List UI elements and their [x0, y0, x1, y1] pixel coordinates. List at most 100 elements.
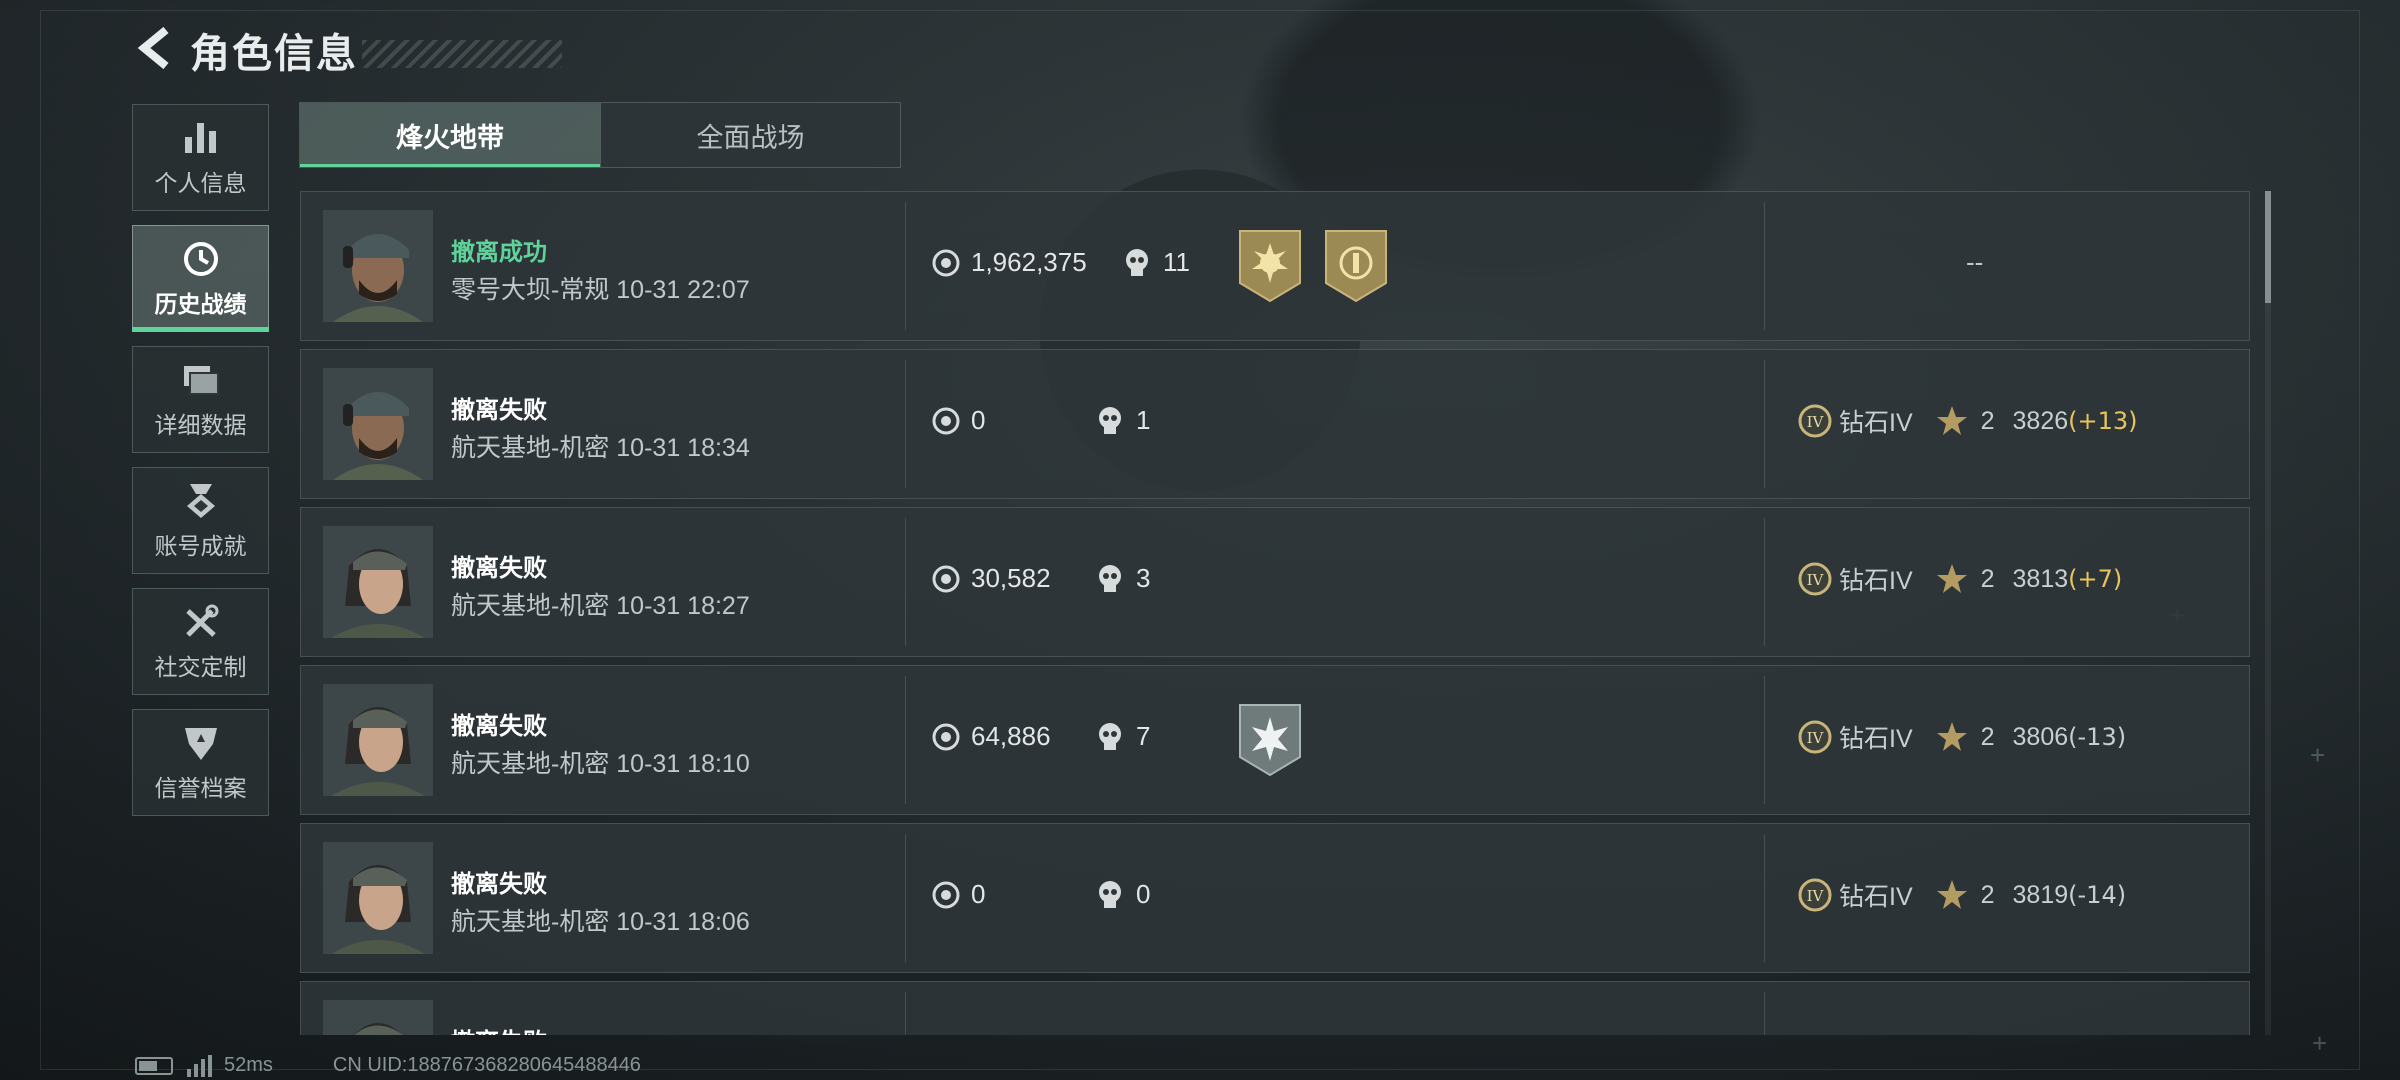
match-time: 10-31 18:06 — [616, 908, 750, 936]
match-row[interactable]: 撤离失败 — [300, 981, 2250, 1035]
match-row[interactable]: 撤离失败 航天基地-机密 10-31 18:06 0 0 IV 钻石IV 2 3… — [300, 823, 2250, 973]
gold-sun-badge-icon — [1236, 227, 1304, 303]
page-title: 角色信息 — [190, 32, 358, 76]
row-divider — [905, 676, 906, 804]
history-clock-icon — [181, 239, 221, 279]
match-map: 航天基地-机密 — [451, 592, 610, 620]
signal-icon — [187, 1054, 212, 1077]
row-divider — [905, 202, 906, 330]
row-divider — [1764, 360, 1765, 488]
star-count: 2 — [1980, 880, 1995, 909]
tier-label: 钻石IV — [1839, 725, 1913, 753]
sidebar-item-details[interactable]: 详细数据 — [132, 346, 269, 453]
star-icon — [1935, 720, 1969, 754]
skull-icon — [1123, 248, 1153, 278]
hud-crosshair: + — [2312, 1028, 2328, 1058]
skull-icon — [1096, 564, 1126, 594]
match-money: 30,582 — [931, 563, 1051, 594]
bar-chart-icon — [181, 118, 221, 158]
match-badges — [1236, 227, 1390, 303]
star-icon — [1935, 878, 1969, 912]
scroll-thumb[interactable] — [2265, 191, 2271, 303]
title-decoration — [362, 40, 562, 68]
match-badges — [1236, 701, 1304, 777]
sidebar: 个人信息 历史战绩 详细数据 账号成就 社交定制 信誉档案 — [132, 104, 269, 830]
money-value: 64,886 — [971, 721, 1051, 751]
avatar — [323, 526, 433, 638]
match-time: 10-31 18:27 — [616, 592, 750, 620]
match-kills: 1 — [1096, 405, 1150, 436]
money-value: 0 — [971, 879, 986, 909]
folders-icon — [181, 360, 221, 400]
money-value: 1,962,375 — [971, 247, 1087, 277]
sidebar-item-achievements[interactable]: 账号成就 — [132, 467, 269, 574]
match-row[interactable]: 撤离失败 航天基地-机密 10-31 18:10 64,886 7 IV 钻石I… — [300, 665, 2250, 815]
match-kills: 3 — [1096, 563, 1150, 594]
match-map: 零号大坝-常规 — [451, 276, 610, 304]
match-row[interactable]: 撤离成功 零号大坝-常规 10-31 22:07 1,962,375 11 -- — [300, 191, 2250, 341]
skull-icon — [1096, 722, 1126, 752]
diamond-tier-icon: IV — [1797, 561, 1833, 597]
match-time: 10-31 22:07 — [616, 276, 750, 304]
tab-hazard-zone[interactable]: 烽火地带 — [300, 103, 600, 167]
coin-icon — [931, 564, 961, 594]
rank-info: IV 钻石IV 2 3826 (+13) — [1797, 403, 2138, 439]
shield-icon — [181, 723, 221, 763]
match-map: 航天基地-机密 — [451, 434, 610, 462]
list-scrollbar[interactable] — [2265, 191, 2271, 1035]
sidebar-item-history[interactable]: 历史战绩 — [132, 225, 269, 332]
sidebar-item-label: 详细数据 — [154, 411, 247, 438]
coin-icon — [931, 406, 961, 436]
match-money: 1,962,375 — [931, 247, 1087, 278]
money-value: 0 — [971, 405, 986, 435]
star-count: 2 — [1980, 564, 1995, 593]
user-uid: CN UID:1887673682806454884​46 — [332, 1054, 641, 1076]
rank-delta: (-13) — [2068, 723, 2127, 751]
diamond-tier-icon: IV — [1797, 877, 1833, 913]
row-divider — [905, 992, 906, 1035]
match-map-time: 零号大坝-常规 10-31 22:07 — [451, 270, 750, 306]
match-kills: 11 — [1123, 247, 1190, 278]
match-result: 撤离失败 — [451, 397, 547, 424]
tab-full-battlefield[interactable]: 全面战场 — [600, 103, 900, 167]
avatar — [323, 210, 433, 322]
back-button[interactable] — [130, 26, 178, 74]
svg-text:IV: IV — [1807, 413, 1825, 431]
match-map: 航天基地-机密 — [451, 750, 610, 778]
tools-icon — [181, 602, 221, 642]
match-map: 航天基地-机密 — [451, 908, 610, 936]
svg-text:IV: IV — [1807, 729, 1825, 747]
row-divider — [905, 360, 906, 488]
match-money: 0 — [931, 405, 985, 436]
tier-label: 钻石IV — [1839, 883, 1913, 911]
match-result: 撤离失败 — [451, 1022, 547, 1035]
match-money: 64,886 — [931, 721, 1051, 752]
kills-value: 7 — [1136, 721, 1151, 751]
match-list: 撤离成功 零号大坝-常规 10-31 22:07 1,962,375 11 --… — [300, 191, 2250, 1035]
star-icon — [1935, 404, 1969, 438]
row-divider — [1764, 518, 1765, 646]
medal-icon — [181, 481, 221, 521]
match-row[interactable]: 撤离失败 航天基地-机密 10-31 18:27 30,582 3 IV 钻石I… — [300, 507, 2250, 657]
sidebar-item-social[interactable]: 社交定制 — [132, 588, 269, 695]
match-row[interactable]: 撤离失败 航天基地-机密 10-31 18:34 0 1 IV 钻石IV 2 3… — [300, 349, 2250, 499]
star-count: 2 — [1980, 406, 1995, 435]
row-divider — [1764, 992, 1765, 1035]
coin-icon — [931, 248, 961, 278]
match-result: 撤离失败 — [451, 555, 547, 582]
chevron-left-icon — [134, 26, 174, 75]
kills-value: 1 — [1136, 405, 1151, 435]
match-result: 撤离失败 — [451, 713, 547, 740]
rank-score: 3826 — [2012, 406, 2069, 435]
diamond-tier-icon: IV — [1797, 403, 1833, 439]
match-time: 10-31 18:34 — [616, 434, 750, 462]
sidebar-item-label: 账号成就 — [154, 532, 247, 559]
rank-delta: (+7) — [2068, 565, 2123, 593]
rank-info: IV 钻石IV 2 3813 (+7) — [1797, 561, 2122, 597]
sidebar-item-profile[interactable]: 个人信息 — [132, 104, 269, 211]
sidebar-item-credit[interactable]: 信誉档案 — [132, 709, 269, 816]
page-header: 角色信息 — [130, 22, 562, 78]
skull-icon — [1096, 880, 1126, 910]
row-divider — [1764, 676, 1765, 804]
match-map-time: 航天基地-机密 10-31 18:34 — [451, 428, 750, 464]
